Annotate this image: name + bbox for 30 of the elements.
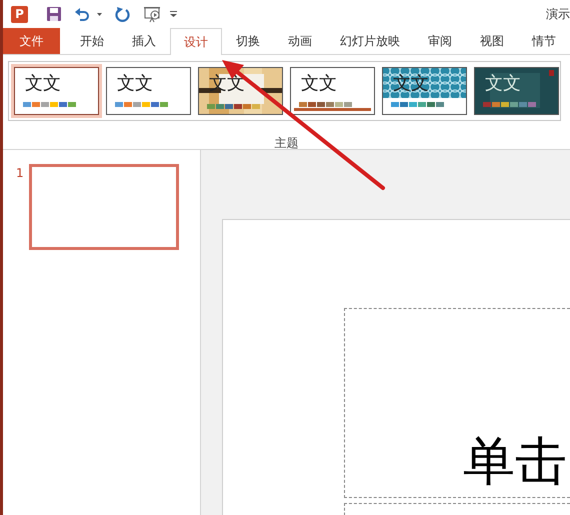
corner-mark: [549, 70, 554, 76]
theme-sample-text: 文文: [117, 72, 153, 95]
window-title: 演示: [546, 6, 570, 22]
file-tab[interactable]: 文件: [3, 28, 60, 54]
ribbon-tab[interactable]: 插入: [118, 28, 170, 54]
ribbon-tab[interactable]: 动画: [274, 28, 326, 54]
theme-thumbnail[interactable]: 文文: [474, 67, 559, 115]
repeat-icon[interactable]: [115, 6, 131, 22]
ribbon-tab[interactable]: 幻灯片放映: [326, 28, 414, 54]
theme-thumbnail[interactable]: 文文: [290, 67, 375, 115]
ribbon-tab[interactable]: 情节: [518, 28, 570, 54]
ribbon-tab[interactable]: 视图: [466, 28, 518, 54]
slideshow-icon[interactable]: [143, 5, 163, 23]
ribbon-tab[interactable]: 切换: [222, 28, 274, 54]
slide-thumbnail[interactable]: [28, 164, 179, 250]
group-label: 主题: [274, 135, 298, 152]
theme-sample-text: 文文: [485, 72, 521, 95]
slide-number: 1: [16, 166, 24, 180]
ribbon-tab[interactable]: 设计: [170, 28, 222, 55]
title-placeholder[interactable]: 单击: [344, 308, 570, 498]
ribbon-tab[interactable]: 审阅: [414, 28, 466, 54]
theme-sample-text: 文文: [25, 72, 61, 95]
theme-sample-text: 文文: [301, 72, 337, 95]
placeholder-text: 单击: [463, 434, 567, 491]
undo-icon[interactable]: [74, 6, 90, 22]
save-icon[interactable]: [46, 6, 62, 22]
app-logo-icon: P: [11, 6, 28, 22]
ribbon-tab[interactable]: 开始: [66, 28, 118, 54]
theme-thumbnail[interactable]: 文文: [106, 67, 191, 115]
theme-thumbnail[interactable]: 文文: [14, 67, 99, 115]
